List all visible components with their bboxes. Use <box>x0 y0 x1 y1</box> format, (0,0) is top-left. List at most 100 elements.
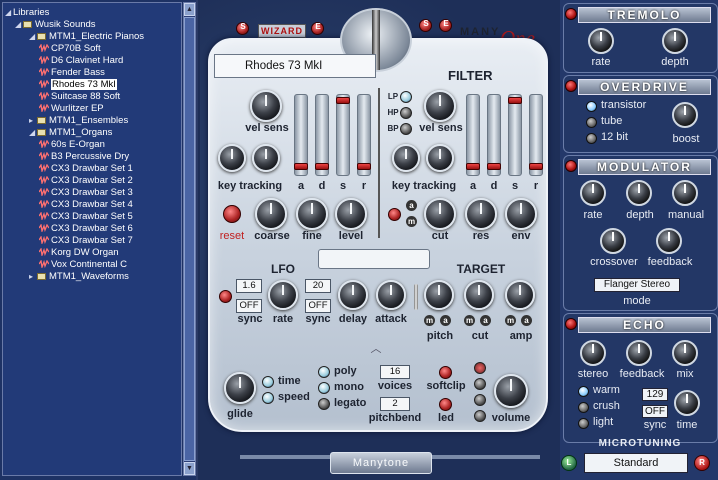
echo-warm-radio[interactable] <box>578 386 589 397</box>
modulator-mode-select[interactable]: Flanger Stereo <box>594 278 680 292</box>
scroll-down-icon[interactable]: ▼ <box>184 462 195 475</box>
modulator-manual-knob[interactable] <box>672 180 698 206</box>
patch-name-display[interactable]: Rhodes 73 MkI <box>214 54 376 78</box>
patch-item[interactable]: CX3 Drawbar Set 5 <box>39 211 133 223</box>
folder-item[interactable]: ◢ Libraries <box>5 7 49 19</box>
cut-m-button[interactable]: m <box>464 315 475 326</box>
lfo-delay-value[interactable]: 20 <box>305 279 331 293</box>
echo-time-value[interactable]: 129 <box>642 388 668 401</box>
modulator-feedback-knob[interactable] <box>656 228 682 254</box>
patch-item[interactable]: 60s E-Organ <box>39 139 105 151</box>
led-button[interactable] <box>439 398 452 411</box>
microtuning-select[interactable]: Standard <box>584 453 688 473</box>
patch-item[interactable]: Suitcase 88 Soft <box>39 91 120 103</box>
pitch-m-button[interactable]: m <box>424 315 435 326</box>
modulator-depth-knob[interactable] <box>626 180 652 206</box>
poly-radio[interactable] <box>318 366 330 378</box>
legato-radio[interactable] <box>318 398 330 410</box>
amp-a-button[interactable]: a <box>521 315 532 326</box>
lfo-rate-value[interactable]: 1.6 <box>236 279 262 293</box>
coarse-knob[interactable] <box>255 198 287 230</box>
patch-item[interactable]: Korg DW Organ <box>39 247 119 259</box>
lfo-delay-knob[interactable] <box>338 280 368 310</box>
lfo-sync-off-2[interactable]: OFF <box>305 299 331 313</box>
browser-scrollbar[interactable]: ▲ ▼ <box>183 2 196 476</box>
res-knob[interactable] <box>465 198 497 230</box>
filter-a-mod-button[interactable]: a <box>406 200 417 211</box>
echo-stereo-knob[interactable] <box>580 340 606 366</box>
patch-item[interactable]: CX3 Drawbar Set 6 <box>39 223 133 235</box>
pitch-a-button[interactable]: a <box>440 315 451 326</box>
folder-item[interactable]: ◢ MTM1_Electric Pianos <box>29 31 144 43</box>
modulator-enable-led[interactable] <box>565 160 577 172</box>
echo-sync-off[interactable]: OFF <box>642 405 668 418</box>
filter-hp-radio[interactable] <box>400 107 412 119</box>
filter-key-track-knob-2[interactable] <box>426 144 454 172</box>
glide-speed-radio[interactable] <box>262 392 274 404</box>
cut-knob[interactable] <box>424 198 456 230</box>
manytone-brand-button[interactable]: Manytone <box>330 452 432 474</box>
patch-item[interactable]: Wurlitzer EP <box>39 103 104 115</box>
folder-item[interactable]: ◢ MTM1_Organs <box>29 127 112 139</box>
tremolo-rate-knob[interactable] <box>588 28 614 54</box>
amp-key-track-knob-2[interactable] <box>252 144 280 172</box>
fine-knob[interactable] <box>296 198 328 230</box>
target-cut-knob[interactable] <box>464 280 494 310</box>
overdrive-transistor-radio[interactable] <box>586 101 597 112</box>
softclip-button[interactable] <box>439 366 452 379</box>
patch-item[interactable]: CX3 Drawbar Set 4 <box>39 199 133 211</box>
patch-tree[interactable]: ◢ Libraries ◢ Wusik Sounds ◢ MTM1_Electric Pi… <box>2 2 182 476</box>
glide-time-radio[interactable] <box>262 376 274 388</box>
amp-release-slider[interactable] <box>357 94 371 176</box>
folder-item[interactable]: ▸ MTM1_Waveforms <box>29 271 129 283</box>
voices-value[interactable]: 16 <box>380 365 410 379</box>
collapse-arrow-icon[interactable]: ◢ <box>29 127 37 139</box>
echo-enable-led[interactable] <box>565 318 577 330</box>
lfo-target-handle[interactable] <box>414 284 418 310</box>
env-knob[interactable] <box>505 198 537 230</box>
patch-item[interactable]: Fender Bass <box>39 67 105 79</box>
overdrive-12bit-radio[interactable] <box>586 133 597 144</box>
filter-key-track-knob-1[interactable] <box>392 144 420 172</box>
lfo-attack-knob[interactable] <box>376 280 406 310</box>
lfo-sync-off-1[interactable]: OFF <box>236 299 262 313</box>
echo-light-radio[interactable] <box>578 418 589 429</box>
patch-item[interactable]: D6 Clavinet Hard <box>39 55 123 67</box>
volume-knob[interactable] <box>494 374 528 408</box>
patch-item[interactable]: CX3 Drawbar Set 7 <box>39 235 133 247</box>
overdrive-boost-knob[interactable] <box>672 102 698 128</box>
modulator-rate-knob[interactable] <box>580 180 606 206</box>
pitchbend-value[interactable]: 2 <box>380 397 410 411</box>
patch-item[interactable]: CX3 Drawbar Set 3 <box>39 187 133 199</box>
filter-lp-radio[interactable] <box>400 91 412 103</box>
overdrive-tube-radio[interactable] <box>586 117 597 128</box>
amp-vel-sens-knob[interactable] <box>250 90 282 122</box>
expand-arrow-icon[interactable]: ▸ <box>29 271 37 283</box>
patch-item[interactable]: Vox Continental C <box>39 259 127 271</box>
filter-vel-sens-knob[interactable] <box>424 90 456 122</box>
collapse-arrow-icon[interactable]: ◢ <box>15 19 23 31</box>
glide-knob[interactable] <box>224 372 256 404</box>
lfo-enable-led[interactable] <box>219 290 232 303</box>
patch-item[interactable]: CX3 Drawbar Set 2 <box>39 175 133 187</box>
filter-bp-radio[interactable] <box>400 123 412 135</box>
filter-release-slider[interactable] <box>529 94 543 176</box>
amp-attack-slider[interactable] <box>294 94 308 176</box>
lfo-rate-knob[interactable] <box>268 280 298 310</box>
tremolo-enable-led[interactable] <box>565 8 577 20</box>
amp-sustain-slider[interactable] <box>336 94 350 176</box>
target-pitch-knob[interactable] <box>424 280 454 310</box>
patch-item[interactable]: CX3 Drawbar Set 1 <box>39 163 133 175</box>
scroll-up-icon[interactable]: ▲ <box>184 3 195 16</box>
amp-key-track-knob-1[interactable] <box>218 144 246 172</box>
echo-feedback-knob[interactable] <box>626 340 652 366</box>
folder-item[interactable]: ▸ MTM1_Ensembles <box>29 115 128 127</box>
echo-time-knob[interactable] <box>674 390 700 416</box>
folder-item[interactable]: ◢ Wusik Sounds <box>15 19 96 31</box>
tremolo-depth-knob[interactable] <box>662 28 688 54</box>
patch-item[interactable]: Rhodes 73 MkI <box>39 79 117 91</box>
microtuning-load-button[interactable]: L <box>561 455 577 471</box>
amp-decay-slider[interactable] <box>315 94 329 176</box>
filter-decay-slider[interactable] <box>487 94 501 176</box>
patch-item[interactable]: CP70B Soft <box>39 43 101 55</box>
